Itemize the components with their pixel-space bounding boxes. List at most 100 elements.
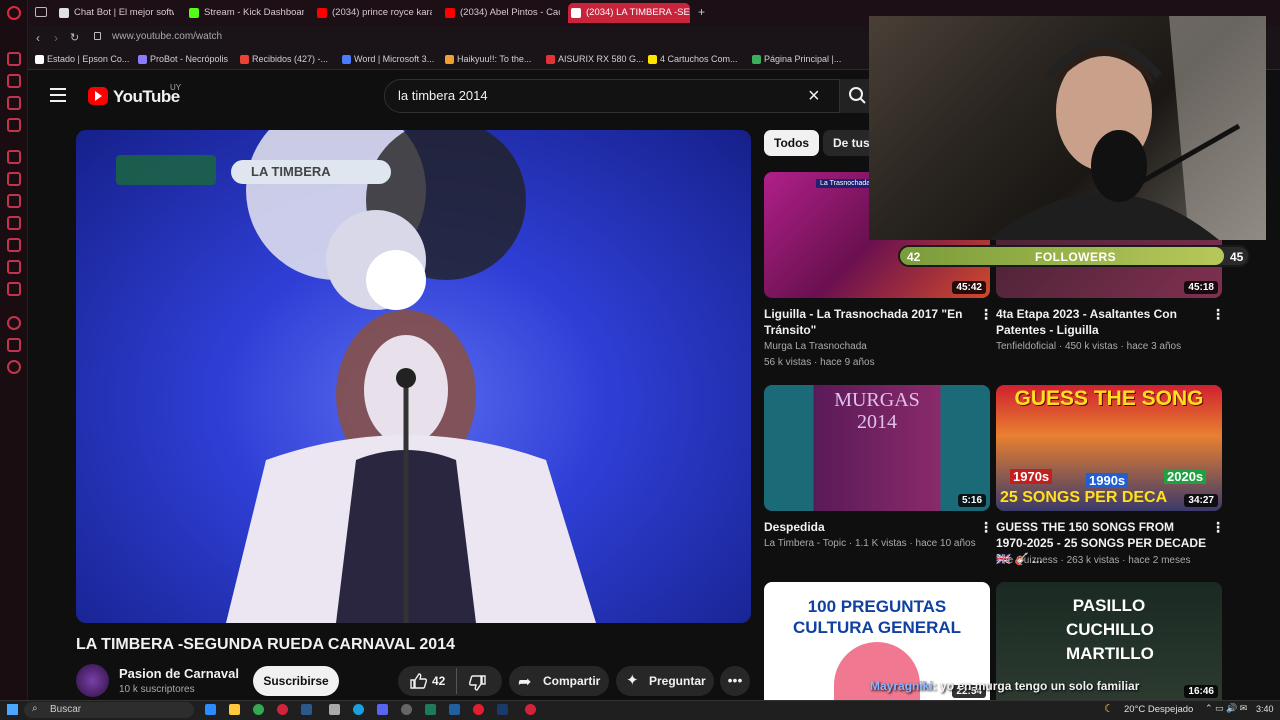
app-icon[interactable]: [525, 704, 536, 715]
chat-message: Mayragniki: yo en murga tengo un solo fa…: [870, 676, 1270, 696]
news-icon[interactable]: [7, 118, 21, 132]
sparkle-icon: ✦: [626, 672, 639, 689]
search-icon: [849, 87, 866, 104]
tab-abel-pintos[interactable]: (2034) Abel Pintos - Cact: [442, 3, 560, 23]
rec-duration: 34:27: [1184, 494, 1218, 507]
discord-icon[interactable]: [7, 282, 21, 296]
rec-stats: 450 k vistas · hace 3 años: [1064, 341, 1182, 352]
subscribe-button[interactable]: Suscribirse: [253, 666, 339, 696]
rec-channel[interactable]: The Quizness: [996, 555, 1058, 566]
like-icon[interactable]: [409, 672, 428, 695]
bookmark-aisurix[interactable]: AISURIX RX 580 G...: [546, 54, 644, 64]
settings-icon[interactable]: [7, 360, 21, 374]
country-code: UY: [170, 83, 182, 92]
opera-logo-icon[interactable]: [7, 6, 21, 20]
history-icon[interactable]: [7, 316, 21, 330]
tab-chatbot[interactable]: Chat Bot | El mejor softwa: [56, 3, 174, 23]
clear-search-icon[interactable]: ×: [808, 85, 820, 108]
lock-icon: [94, 32, 101, 40]
download-icon[interactable]: [7, 338, 21, 352]
youtube-logo-icon[interactable]: [88, 87, 108, 105]
chip-all[interactable]: Todos: [764, 130, 820, 156]
url-field[interactable]: www.youtube.com/watch: [112, 31, 222, 42]
forward-icon[interactable]: ›: [54, 31, 58, 45]
steam-icon[interactable]: [301, 704, 312, 715]
clock[interactable]: 3:40: [1256, 704, 1274, 714]
tab-la-timbera[interactable]: (2034) LA TIMBERA -SEGU: [568, 3, 690, 23]
rec-title[interactable]: Despedida: [764, 519, 976, 535]
like-count[interactable]: 42: [432, 674, 445, 688]
rec-more-icon[interactable]: ⋮: [1211, 519, 1225, 536]
rec-more-icon[interactable]: ⋮: [979, 519, 993, 536]
new-tab-button[interactable]: +: [698, 5, 705, 19]
followers-current: 42: [907, 250, 921, 264]
ai-icon[interactable]: [7, 52, 21, 66]
weather-moon-icon: ☾: [1104, 703, 1114, 715]
app-icon[interactable]: [473, 704, 484, 715]
dislike-icon[interactable]: [468, 674, 487, 697]
bookmark-probot[interactable]: ProBot - Necrópolis: [138, 54, 228, 64]
rec-title[interactable]: Liguilla - La Trasnochada 2017 "En Tráns…: [764, 306, 976, 338]
bookmark-word[interactable]: Word | Microsoft 3...: [342, 54, 434, 64]
rec-title[interactable]: 4ta Etapa 2023 - Asaltantes Con Patentes…: [996, 306, 1208, 338]
rec-channel[interactable]: La Timbera - Topic: [764, 538, 846, 549]
video-title: LA TIMBERA -SEGUNDA RUEDA CARNAVAL 2014: [76, 636, 455, 653]
video-player[interactable]: LA TIMBERA: [76, 130, 751, 623]
search-input[interactable]: la timbera 2014: [398, 88, 488, 103]
app-icon[interactable]: [425, 704, 436, 715]
whatsapp-icon[interactable]: [7, 194, 21, 208]
rec-channel[interactable]: Tenfieldoficial: [996, 341, 1056, 352]
video-overlay-label: LA TIMBERA: [251, 164, 331, 179]
bookmark-gmail[interactable]: Recibidos (427) -...: [240, 54, 328, 64]
file-explorer-icon[interactable]: [229, 704, 240, 715]
bag-icon[interactable]: [7, 74, 21, 88]
rec-more-icon[interactable]: ⋮: [1211, 306, 1225, 323]
app-icon[interactable]: [329, 704, 340, 715]
twitch-icon[interactable]: [7, 150, 21, 164]
chat-text: : yo en murga tengo un solo familiar: [932, 679, 1140, 693]
tab-kick[interactable]: Stream - Kick Dashboard: [186, 3, 304, 23]
bookmark-pagina-principal[interactable]: Página Principal |...: [752, 54, 841, 64]
search-button[interactable]: [840, 79, 870, 113]
discord-taskbar-icon[interactable]: [377, 704, 388, 715]
streamer-camera: [989, 16, 1266, 240]
windows-start-icon[interactable]: [7, 704, 18, 715]
rec-thumbnail[interactable]: GUESS THE SONG 1970s 1990s 2020s 25 SONG…: [996, 385, 1222, 511]
tray-icons[interactable]: ⌃ ▭ 🔊 ✉: [1205, 703, 1247, 714]
instagram-icon[interactable]: [7, 238, 21, 252]
more-actions-button[interactable]: •••: [720, 666, 750, 696]
channel-avatar[interactable]: [76, 664, 109, 697]
copilot-icon[interactable]: [205, 704, 216, 715]
edge-icon[interactable]: [353, 704, 364, 715]
hamburger-menu-icon[interactable]: [50, 88, 66, 102]
channel-name[interactable]: Pasion de Carnaval: [119, 666, 239, 681]
chrome-icon[interactable]: [253, 704, 264, 715]
rec-channel[interactable]: Murga La Trasnochada: [764, 339, 867, 355]
messenger-icon[interactable]: [7, 172, 21, 186]
share-icon: ➦: [518, 674, 532, 691]
bookmark-haikyuu[interactable]: Haikyuu!!: To the...: [445, 54, 531, 64]
ask-label: Preguntar: [649, 674, 706, 688]
video-frame: [116, 130, 596, 623]
bookmark-cartuchos[interactable]: 4 Cartuchos Com...: [648, 54, 738, 64]
tab-prince-royce[interactable]: (2034) prince royce karao: [314, 3, 432, 23]
opera-taskbar-icon[interactable]: [277, 704, 288, 715]
weather-text[interactable]: 20°C Despejado: [1124, 704, 1193, 715]
opera-sidebar: [0, 0, 28, 700]
back-icon[interactable]: ‹: [36, 31, 40, 45]
app-icon[interactable]: [449, 704, 460, 715]
subscriber-count: 10 k suscriptores: [119, 684, 195, 695]
obs-icon[interactable]: [401, 704, 412, 715]
telegram-icon[interactable]: [7, 216, 21, 230]
rec-more-icon[interactable]: ⋮: [979, 306, 993, 323]
x-icon[interactable]: [7, 260, 21, 274]
rec-thumbnail[interactable]: MURGAS 2014 5:16: [764, 385, 990, 511]
bookmark-epson[interactable]: Estado | Epson Co...: [35, 54, 129, 64]
tab-menu-icon[interactable]: [35, 7, 47, 17]
player-icon[interactable]: [7, 96, 21, 110]
reload-icon[interactable]: ↻: [70, 31, 79, 44]
webcam-overlay: [869, 16, 1266, 240]
photoshop-icon[interactable]: [497, 704, 508, 715]
rec-duration: 45:18: [1184, 281, 1218, 294]
rec-duration: 5:16: [957, 494, 986, 507]
